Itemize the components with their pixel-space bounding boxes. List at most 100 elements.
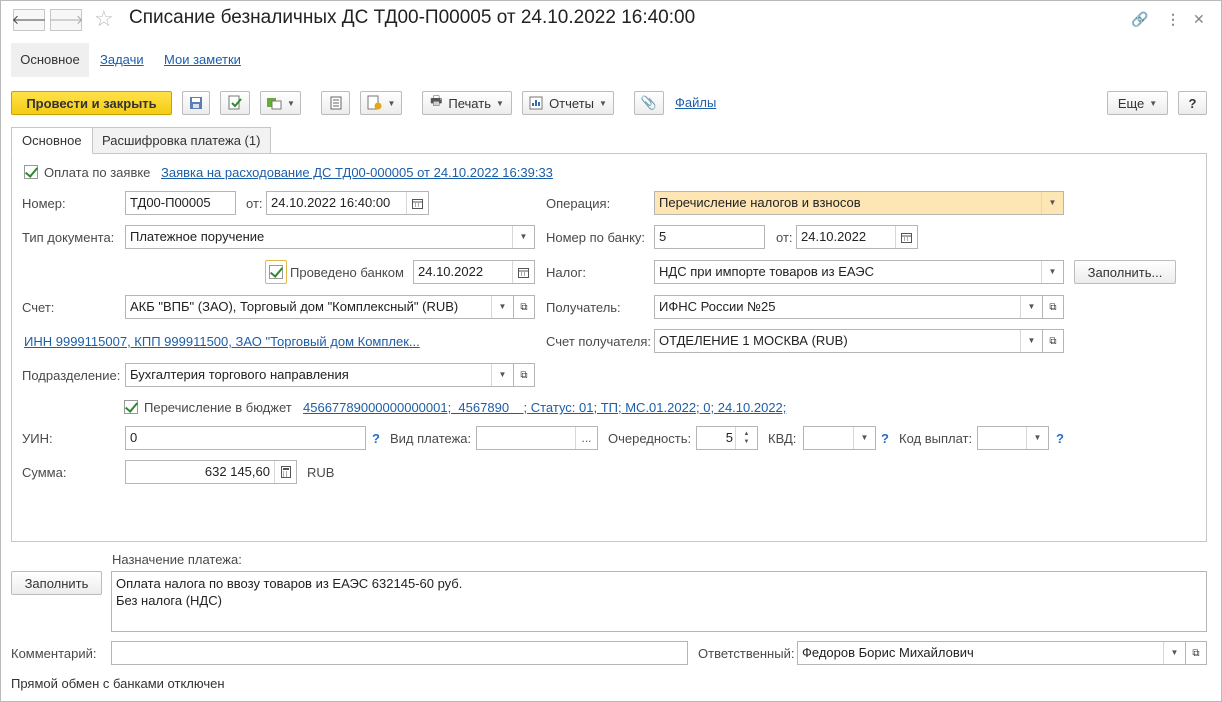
amount-field[interactable]: 632 145,60 bbox=[125, 460, 297, 484]
tax-select[interactable]: НДС при импорте товаров из ЕАЭС ▼ bbox=[654, 260, 1064, 284]
list-icon bbox=[330, 96, 341, 110]
budget-transfer-checkbox[interactable] bbox=[124, 400, 138, 414]
printer-icon: 🖶 bbox=[430, 93, 443, 108]
recipient-open-button[interactable]: ⧉ bbox=[1042, 295, 1064, 319]
bank-number-date-label: от: bbox=[776, 230, 793, 245]
select-ellipsis-button[interactable]: ... bbox=[575, 427, 597, 449]
structure-button[interactable] bbox=[321, 91, 350, 115]
spinner-icon[interactable]: ▲ ▼ bbox=[735, 427, 757, 449]
chevron-down-icon[interactable]: ▼ bbox=[1020, 296, 1042, 318]
amount-label: Сумма: bbox=[22, 465, 67, 480]
create-based-on-button[interactable]: ▼ bbox=[260, 91, 301, 115]
more-vert-icon[interactable]: ⋮ bbox=[1166, 11, 1180, 28]
fill-purpose-button[interactable]: Заполнить bbox=[11, 571, 102, 595]
arrow-right-icon: 🡒 bbox=[48, 12, 84, 27]
number-date-label: от: bbox=[246, 196, 263, 211]
department-open-button[interactable]: ⧉ bbox=[513, 363, 535, 387]
pay-code-select[interactable]: ▼ bbox=[977, 426, 1049, 450]
uin-field[interactable]: 0 bbox=[125, 426, 366, 450]
responsible-label: Ответственный: bbox=[698, 646, 795, 661]
bank-number-field[interactable]: 5 bbox=[654, 225, 765, 249]
nav-tab-tasks[interactable]: Задачи bbox=[100, 43, 144, 77]
recipient-label: Получатель: bbox=[546, 300, 621, 315]
department-select[interactable]: Бухгалтерия торгового направления ▼ bbox=[125, 363, 514, 387]
calculator-icon[interactable] bbox=[274, 461, 296, 483]
doc-type-select[interactable]: Платежное поручение ▼ bbox=[125, 225, 535, 249]
number-label: Номер: bbox=[22, 196, 66, 211]
priority-field[interactable]: 5 ▲ ▼ bbox=[696, 426, 758, 450]
attach-file-button[interactable]: 📎 bbox=[634, 91, 664, 115]
inn-link[interactable]: ИНН 9999115007, КПП 999911500, ЗАО "Торг… bbox=[24, 334, 420, 349]
uin-help-icon[interactable]: ? bbox=[372, 431, 380, 446]
save-button[interactable] bbox=[182, 91, 210, 115]
link-icon[interactable]: 🔗 bbox=[1131, 11, 1148, 28]
operation-label: Операция: bbox=[546, 196, 611, 211]
number-date-field[interactable]: 24.10.2022 16:40:00 bbox=[266, 191, 429, 215]
bank-number-date-field[interactable]: 24.10.2022 bbox=[796, 225, 918, 249]
chevron-down-icon[interactable]: ▼ bbox=[1026, 427, 1048, 449]
attachments-dropdown-button[interactable]: ▼ bbox=[360, 91, 402, 115]
pay-by-request-checkbox[interactable] bbox=[24, 165, 38, 179]
post-button[interactable] bbox=[220, 91, 250, 115]
responsible-open-button[interactable]: ⧉ bbox=[1185, 641, 1207, 665]
comment-field[interactable] bbox=[111, 641, 688, 665]
calendar-icon[interactable] bbox=[512, 261, 534, 283]
fill-tax-button[interactable]: Заполнить... bbox=[1074, 260, 1176, 284]
request-link[interactable]: Заявка на расходование ДС ТД00-000005 от… bbox=[161, 165, 553, 180]
payment-kind-field[interactable]: ... bbox=[476, 426, 598, 450]
paperclip-icon: 📎 bbox=[640, 95, 658, 110]
responsible-select[interactable]: Федоров Борис Михайлович ▼ bbox=[797, 641, 1186, 665]
account-select[interactable]: АКБ "ВПБ" (ЗАО), Торговый дом "Комплексн… bbox=[125, 295, 514, 319]
pay-by-request-label: Оплата по заявке bbox=[44, 165, 151, 180]
recipient-account-open-button[interactable]: ⧉ bbox=[1042, 329, 1064, 353]
open-window-icon: ⧉ bbox=[1192, 647, 1200, 659]
recipient-select[interactable]: ИФНС России №25 ▼ bbox=[654, 295, 1043, 319]
chevron-down-icon[interactable]: ▼ bbox=[512, 226, 534, 248]
chevron-down-icon[interactable]: ▼ bbox=[1041, 192, 1063, 214]
uin-label: УИН: bbox=[22, 431, 53, 446]
create-based-icon bbox=[267, 98, 282, 110]
files-link[interactable]: Файлы bbox=[675, 95, 716, 110]
kvd-select[interactable]: ▼ bbox=[803, 426, 876, 450]
post-and-close-button[interactable]: Провести и закрыть bbox=[11, 91, 172, 115]
purpose-label: Назначение платежа: bbox=[112, 552, 242, 567]
tab-main[interactable]: Основное bbox=[11, 127, 93, 154]
back-button[interactable]: 🡐 bbox=[12, 9, 46, 31]
more-button[interactable]: Еще ▼ bbox=[1107, 91, 1168, 115]
bank-exchange-status: Прямой обмен с банками отключен bbox=[11, 676, 225, 691]
bank-posted-date-field[interactable]: 24.10.2022 bbox=[413, 260, 535, 284]
kvd-help-icon[interactable]: ? bbox=[881, 431, 889, 446]
help-button[interactable]: ? bbox=[1178, 91, 1207, 115]
open-window-icon: ⧉ bbox=[1049, 301, 1057, 313]
account-open-button[interactable]: ⧉ bbox=[513, 295, 535, 319]
chevron-down-icon[interactable]: ▼ bbox=[1163, 642, 1185, 664]
number-field[interactable]: ТД00-П00005 bbox=[125, 191, 236, 215]
tab-payment-details[interactable]: Расшифровка платежа (1) bbox=[91, 127, 272, 154]
recipient-account-select[interactable]: ОТДЕЛЕНИЕ 1 МОСКВА (RUB) ▼ bbox=[654, 329, 1043, 353]
calendar-icon[interactable] bbox=[406, 192, 428, 214]
payment-kind-label: Вид платежа: bbox=[390, 431, 472, 446]
purpose-line: Без налога (НДС) bbox=[116, 593, 222, 608]
chevron-down-icon[interactable]: ▼ bbox=[1041, 261, 1063, 283]
purpose-textarea[interactable]: Оплата налога по ввозу товаров из ЕАЭС 6… bbox=[111, 571, 1207, 632]
bank-number-label: Номер по банку: bbox=[546, 230, 646, 245]
chevron-down-icon[interactable]: ▼ bbox=[853, 427, 875, 449]
reports-button[interactable]: Отчеты ▼ bbox=[522, 91, 614, 115]
chevron-down-icon[interactable]: ▼ bbox=[1020, 330, 1042, 352]
calendar-icon[interactable] bbox=[895, 226, 917, 248]
bank-posted-checkbox[interactable] bbox=[269, 265, 283, 279]
pay-code-help-icon[interactable]: ? bbox=[1056, 431, 1064, 446]
budget-details-link[interactable]: 45667789000000000001; 4567890 ; Статус: … bbox=[303, 400, 786, 415]
print-button[interactable]: 🖶 Печать ▼ bbox=[422, 91, 512, 115]
chevron-down-icon[interactable]: ▼ bbox=[491, 364, 513, 386]
favorite-star-icon[interactable]: ☆ bbox=[94, 6, 114, 32]
close-icon[interactable]: ✕ bbox=[1193, 11, 1205, 28]
report-icon bbox=[529, 96, 543, 110]
pay-code-label: Код выплат: bbox=[899, 431, 973, 446]
nav-tab-main[interactable]: Основное bbox=[11, 43, 89, 77]
operation-select[interactable]: Перечисление налогов и взносов ▼ bbox=[654, 191, 1064, 215]
account-label: Счет: bbox=[22, 300, 55, 315]
nav-tab-notes[interactable]: Мои заметки bbox=[164, 43, 241, 77]
forward-button[interactable]: 🡒 bbox=[48, 9, 84, 31]
chevron-down-icon[interactable]: ▼ bbox=[491, 296, 513, 318]
